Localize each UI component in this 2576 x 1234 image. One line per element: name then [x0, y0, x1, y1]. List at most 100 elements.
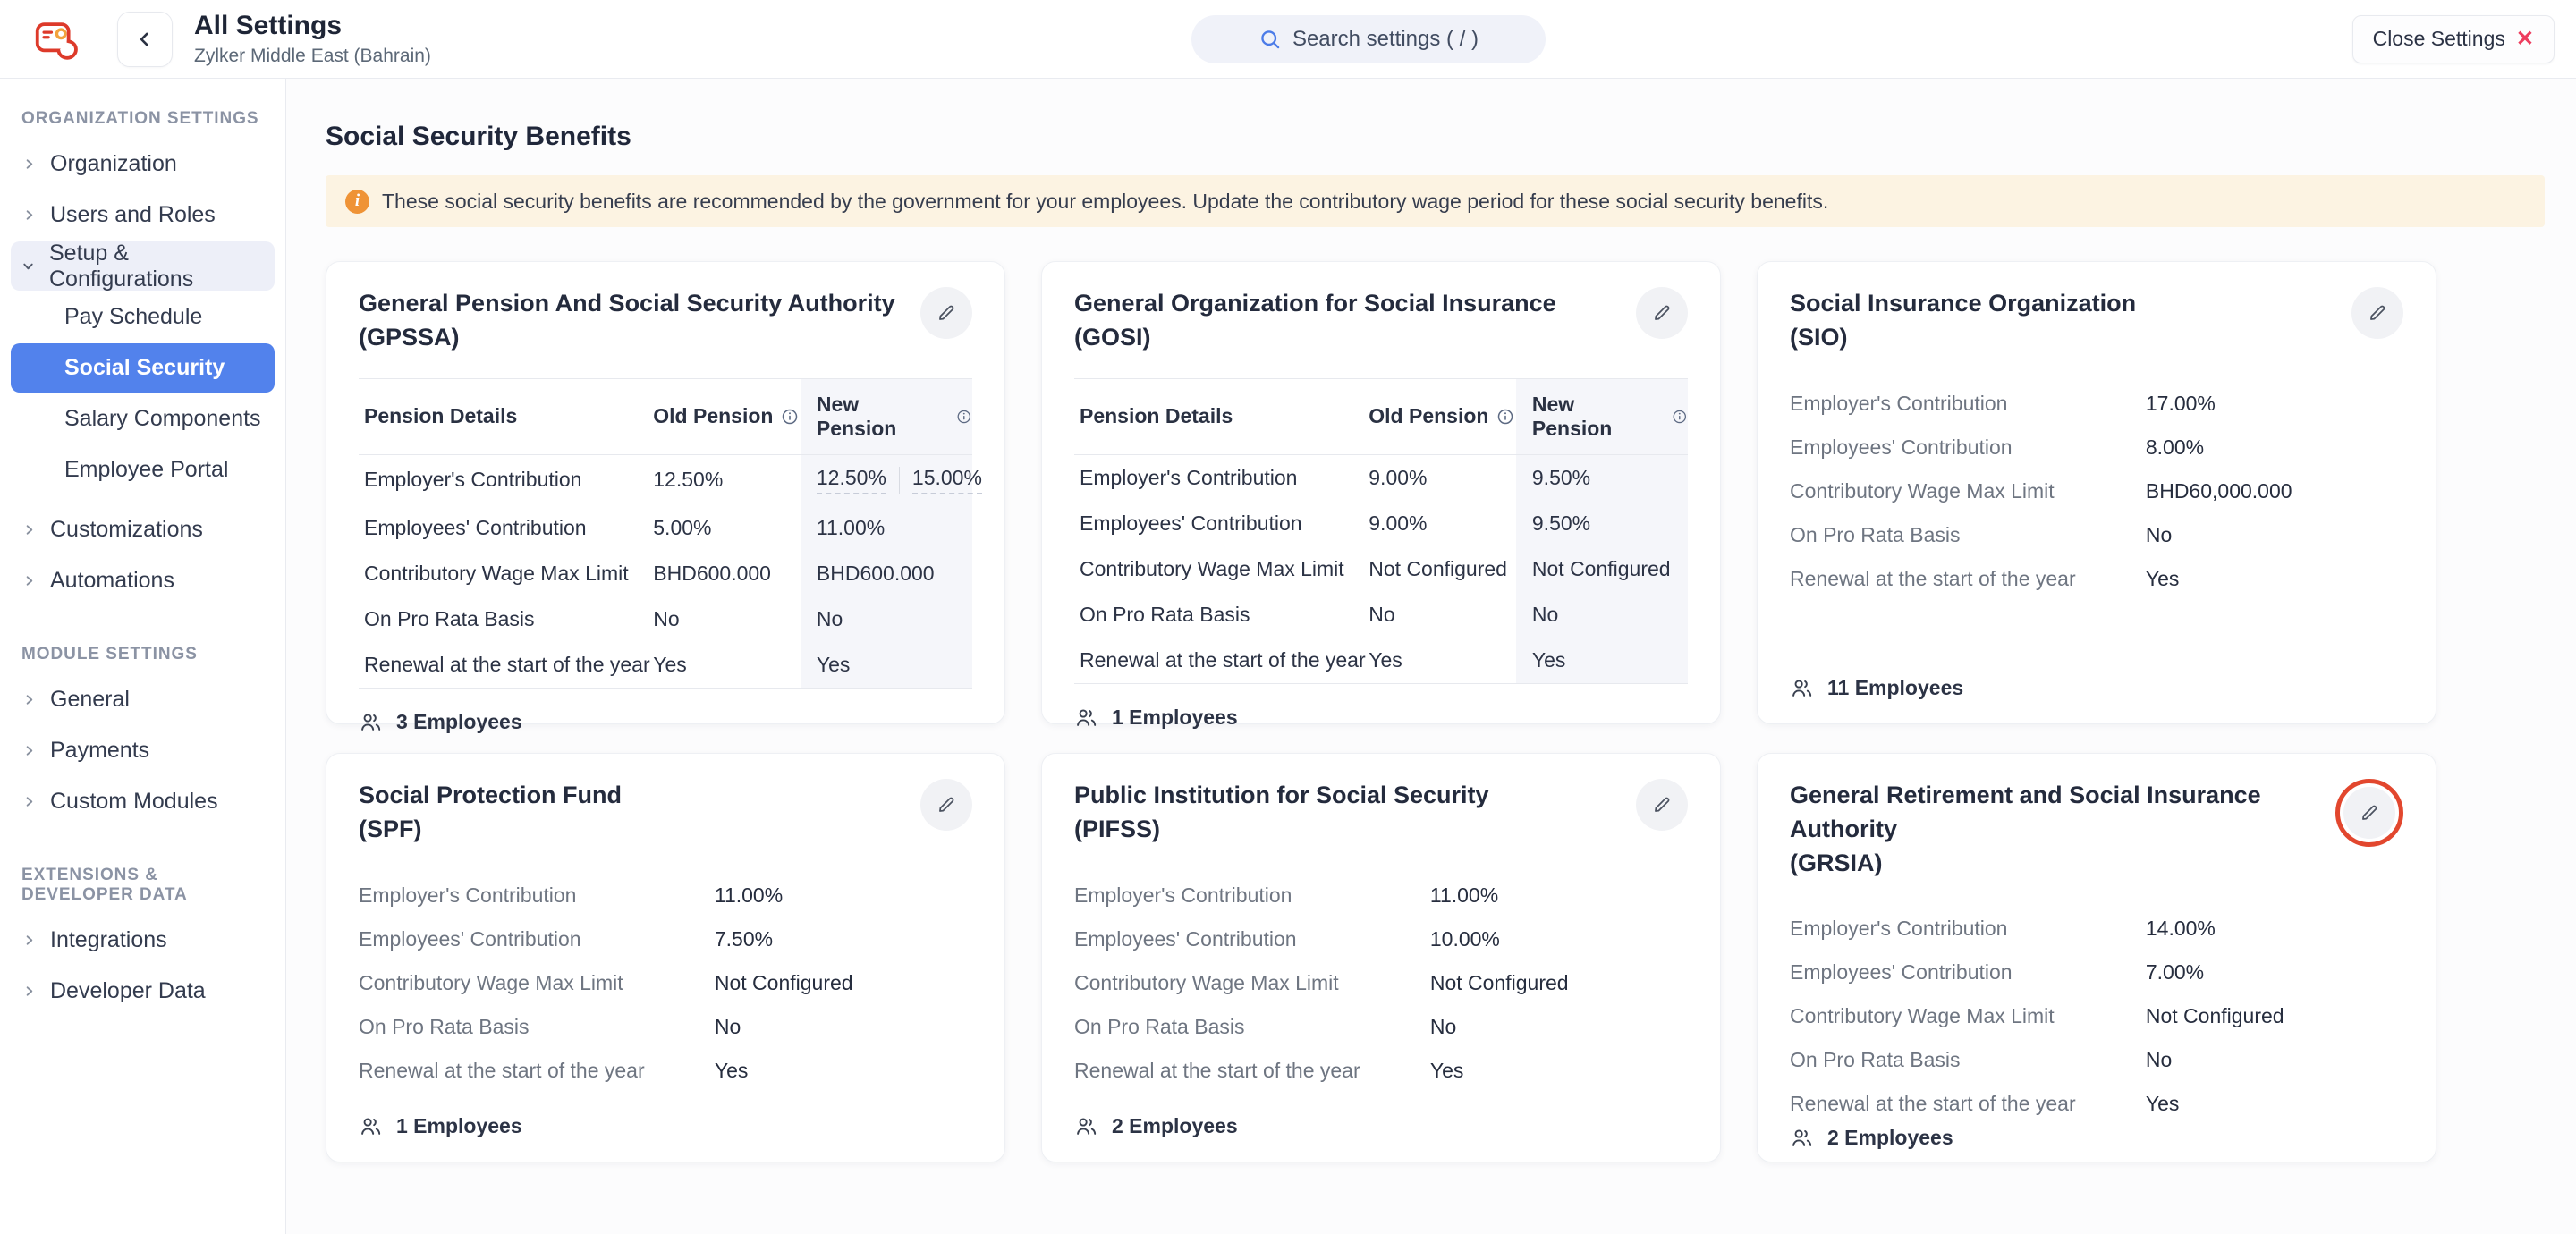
- table-row: Contributory Wage Max Limit Not Configur…: [1074, 546, 1688, 592]
- list-item: Renewal at the start of the yearYes: [1790, 557, 2403, 601]
- info-icon[interactable]: [1496, 408, 1514, 426]
- pencil-icon: [1650, 793, 1674, 816]
- pencil-icon: [935, 793, 958, 816]
- edit-grsia-button[interactable]: [2343, 787, 2395, 839]
- list-item: Contributory Wage Max LimitNot Configure…: [1074, 961, 1688, 1005]
- sidebar-item-users-and-roles[interactable]: Users and Roles: [11, 190, 275, 240]
- sidebar-item-developer-data[interactable]: Developer Data: [11, 967, 275, 1016]
- chevron-right-icon: [21, 157, 36, 171]
- list-item: Renewal at the start of the yearYes: [1074, 1049, 1688, 1093]
- header-title-block: All Settings Zylker Middle East (Bahrain…: [194, 11, 431, 67]
- card-title: Public Institution for Social Security (…: [1074, 779, 1489, 847]
- pension-list: Employer's Contribution11.00% Employees'…: [359, 874, 972, 1093]
- pencil-icon: [2366, 301, 2389, 325]
- pension-table: Pension Details Old Pension New Pension …: [359, 378, 972, 688]
- sidebar-item-integrations[interactable]: Integrations: [11, 916, 275, 965]
- old-rate-tooltip[interactable]: 12.50%: [817, 466, 886, 494]
- info-banner: i These social security benefits are rec…: [326, 175, 2545, 227]
- sidebar-item-pay-schedule[interactable]: Pay Schedule: [11, 292, 275, 342]
- pencil-icon: [2358, 801, 2381, 824]
- sidebar-item-employee-portal[interactable]: Employee Portal: [11, 445, 275, 494]
- edit-gpssa-button[interactable]: [920, 287, 972, 339]
- employees-icon: [359, 1114, 383, 1138]
- close-settings-label: Close Settings: [2373, 27, 2505, 51]
- card-footer: 1 Employees: [359, 1114, 972, 1138]
- sidebar-item-custom-modules[interactable]: Custom Modules: [11, 777, 275, 826]
- list-item: Employees' Contribution8.00%: [1790, 426, 2403, 469]
- sidebar-item-label: Salary Components: [64, 406, 261, 432]
- table-row: On Pro Rata Basis No No: [359, 596, 972, 642]
- section-module-settings: MODULE SETTINGS: [21, 645, 275, 664]
- pencil-icon: [935, 301, 958, 325]
- info-icon[interactable]: [1672, 408, 1688, 426]
- sidebar-item-social-security[interactable]: Social Security: [11, 343, 275, 393]
- search-icon: [1258, 28, 1282, 51]
- close-icon: ✕: [2516, 29, 2534, 50]
- card-footer: 1 Employees: [1074, 683, 1688, 730]
- list-item: Employer's Contribution11.00%: [1074, 874, 1688, 917]
- search-settings-input[interactable]: Search settings ( / ): [1191, 15, 1546, 63]
- employee-count: 3 Employees: [396, 710, 522, 734]
- banner-text: These social security benefits are recom…: [382, 190, 1828, 214]
- employees-icon: [1790, 1126, 1814, 1150]
- sidebar-item-salary-components[interactable]: Salary Components: [11, 394, 275, 444]
- chevron-right-icon: [21, 744, 36, 757]
- chevron-right-icon: [21, 795, 36, 808]
- card-footer: 2 Employees: [1074, 1114, 1688, 1138]
- sidebar-item-automations[interactable]: Automations: [11, 556, 275, 605]
- annotation-highlight-ring: [2335, 779, 2403, 847]
- sidebar-item-payments[interactable]: Payments: [11, 726, 275, 775]
- list-item: Renewal at the start of the yearYes: [1790, 1082, 2403, 1126]
- edit-sio-button[interactable]: [2351, 287, 2403, 339]
- search-placeholder: Search settings ( / ): [1292, 27, 1479, 52]
- list-item: Renewal at the start of the yearYes: [359, 1049, 972, 1093]
- benefit-cards-grid: General Pension And Social Security Auth…: [326, 261, 2436, 1162]
- card-footer: 2 Employees: [1790, 1126, 2403, 1150]
- info-icon[interactable]: [956, 408, 972, 426]
- employee-count: 1 Employees: [1112, 706, 1238, 730]
- sidebar-item-label: Users and Roles: [50, 202, 216, 228]
- card-sio: Social Insurance Organization (SIO) Empl…: [1757, 261, 2436, 724]
- back-button[interactable]: [117, 12, 173, 67]
- card-title: Social Protection Fund (SPF): [359, 779, 622, 847]
- table-row: Employer's Contribution 12.50% 12.50%15.…: [359, 455, 972, 505]
- column-header: Old Pension: [653, 391, 801, 442]
- card-title: General Retirement and Social Insurance …: [1790, 779, 2335, 880]
- chevron-down-icon: [21, 259, 35, 273]
- sidebar-item-label: Pay Schedule: [64, 304, 202, 330]
- list-item: Employer's Contribution11.00%: [359, 874, 972, 917]
- pension-list: Employer's Contribution11.00% Employees'…: [1074, 874, 1688, 1093]
- card-title: Social Insurance Organization (SIO): [1790, 287, 2136, 355]
- sidebar-item-label: Custom Modules: [50, 789, 218, 815]
- table-row: Renewal at the start of the year Yes Yes: [359, 642, 972, 688]
- chevron-right-icon: [21, 208, 36, 222]
- card-gosi: General Organization for Social Insuranc…: [1041, 261, 1721, 724]
- sidebar-item-label: Integrations: [50, 927, 167, 953]
- table-row: On Pro Rata Basis No No: [1074, 592, 1688, 638]
- card-grsia: General Retirement and Social Insurance …: [1757, 753, 2436, 1162]
- close-settings-button[interactable]: Close Settings ✕: [2352, 15, 2555, 63]
- employee-count: 11 Employees: [1827, 676, 1963, 700]
- sidebar-item-organization[interactable]: Organization: [11, 139, 275, 189]
- column-header: New Pension: [1516, 379, 1688, 454]
- list-item: Employees' Contribution10.00%: [1074, 917, 1688, 961]
- info-icon: i: [345, 190, 369, 214]
- sidebar-item-label: Organization: [50, 151, 177, 177]
- edit-pifss-button[interactable]: [1636, 779, 1688, 831]
- employees-icon: [1790, 676, 1814, 700]
- employees-icon: [359, 710, 383, 734]
- info-icon[interactable]: [781, 408, 799, 426]
- pension-list: Employer's Contribution17.00% Employees'…: [1790, 382, 2403, 601]
- list-item: On Pro Rata BasisNo: [1790, 513, 2403, 557]
- chevron-right-icon: [21, 985, 36, 998]
- table-row: Employees' Contribution 9.00% 9.50%: [1074, 501, 1688, 546]
- sidebar-item-setup-configurations[interactable]: Setup & Configurations: [11, 241, 275, 291]
- section-organization-settings: ORGANIZATION SETTINGS: [21, 109, 275, 129]
- new-rate-tooltip[interactable]: 15.00%: [912, 466, 982, 494]
- sidebar-item-general[interactable]: General: [11, 675, 275, 724]
- column-header: Pension Details: [1074, 391, 1368, 442]
- edit-spf-button[interactable]: [920, 779, 972, 831]
- card-spf: Social Protection Fund (SPF) Employer's …: [326, 753, 1005, 1162]
- edit-gosi-button[interactable]: [1636, 287, 1688, 339]
- sidebar-item-customizations[interactable]: Customizations: [11, 505, 275, 554]
